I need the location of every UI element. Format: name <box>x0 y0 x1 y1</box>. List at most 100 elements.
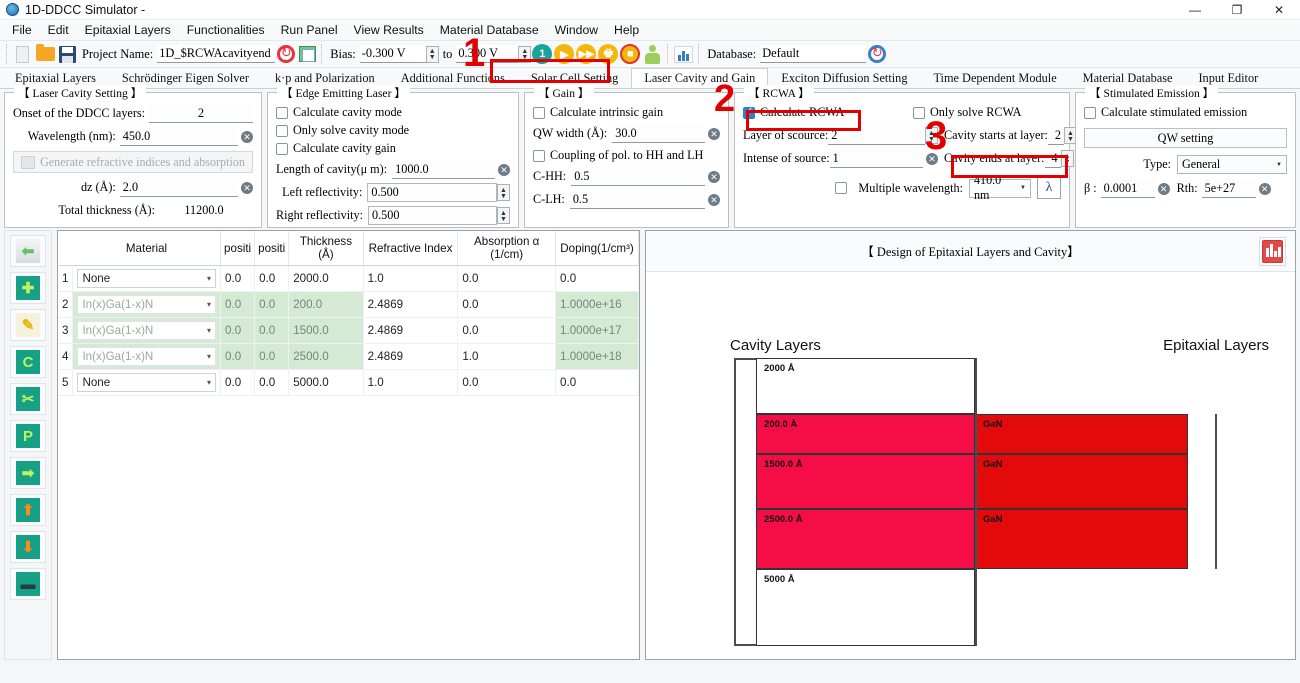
calculate-cavity-mode-checkbox[interactable] <box>276 106 288 119</box>
cell-refractive-index[interactable]: 2.4869 <box>363 291 459 318</box>
library-icon[interactable] <box>299 46 317 62</box>
calculate-rcwa-checkbox[interactable] <box>743 106 755 119</box>
column-material[interactable]: Material <box>72 231 222 266</box>
open-folder-icon[interactable] <box>36 44 55 61</box>
cell-thickness[interactable]: 2000.0 <box>288 265 364 292</box>
wavelength-input[interactable] <box>119 127 238 146</box>
cell-position-1[interactable]: 0.0 <box>220 265 256 292</box>
cell-refractive-index[interactable]: 2.4869 <box>363 343 459 370</box>
coupling-pol-checkbox-row[interactable]: Coupling of pol. to HH and LH <box>533 147 720 164</box>
database-refresh-icon[interactable] <box>868 44 887 63</box>
column-position-1[interactable]: positi <box>220 231 256 266</box>
c-lh-input[interactable] <box>569 190 705 209</box>
cell-doping[interactable]: 1.0000e+18 <box>555 343 639 370</box>
menu-window[interactable]: Window <box>547 21 606 39</box>
close-button[interactable]: ✕ <box>1258 0 1300 20</box>
beta-clear-icon[interactable]: ✕ <box>1157 182 1170 195</box>
table-row[interactable]: 1 None 0.0 0.0 2000.0 1.0 0.0 0.0 <box>58 265 639 292</box>
bias-to-input[interactable] <box>456 45 519 63</box>
results-chart-icon[interactable] <box>674 45 694 63</box>
calculate-stimulated-emission-checkbox-row[interactable]: Calculate stimulated emission <box>1084 104 1287 121</box>
project-name-input[interactable] <box>157 45 276 63</box>
cell-absorption[interactable]: 0.0 <box>457 291 557 318</box>
material-select[interactable]: None <box>77 269 217 288</box>
bias-to-spinner[interactable]: ▲ ▼ <box>518 45 532 63</box>
c-lh-clear-icon[interactable]: ✕ <box>708 193 720 206</box>
run-icon[interactable]: ▶ <box>554 44 575 64</box>
cell-position-1[interactable]: 0.0 <box>220 369 256 396</box>
menu-material-database[interactable]: Material Database <box>432 21 547 39</box>
length-of-cavity-clear-icon[interactable]: ✕ <box>498 163 510 176</box>
cell-absorption[interactable]: 1.0 <box>457 343 557 370</box>
material-select[interactable]: In(x)Ga(1-x)N <box>77 347 217 366</box>
print-run-icon[interactable]: 🖶 <box>598 44 619 64</box>
layer-table-container[interactable]: Material positi positi Thickness (Å) Ref… <box>57 230 640 660</box>
column-refractive-index[interactable]: Refractive Index <box>363 231 459 266</box>
calculate-rcwa-checkbox-row[interactable]: Calculate RCWA <box>743 104 903 121</box>
beta-input[interactable] <box>1100 179 1155 198</box>
right-reflectivity-input[interactable] <box>368 206 497 225</box>
length-of-cavity-input[interactable] <box>392 160 495 179</box>
calculate-stimulated-emission-checkbox[interactable] <box>1084 106 1096 119</box>
cell-thickness[interactable]: 5000.0 <box>288 369 364 396</box>
cell-thickness[interactable]: 1500.0 <box>288 317 364 344</box>
menu-epitaxial-layers[interactable]: Epitaxial Layers <box>77 21 179 39</box>
layer-of-source-spinner[interactable]: ▲ ▼ <box>925 127 938 144</box>
cavity-ends-spinner[interactable]: ▲ ▼ <box>1060 150 1074 167</box>
cell-doping[interactable]: 1.0000e+17 <box>555 317 639 344</box>
tab-time-dependent-module[interactable]: Time Dependent Module <box>920 68 1069 88</box>
menu-file[interactable]: File <box>4 21 40 39</box>
database-input[interactable] <box>760 45 867 63</box>
minimize-button[interactable]: — <box>1174 0 1216 20</box>
cell-refractive-index[interactable]: 2.4869 <box>363 317 459 344</box>
table-row[interactable]: 4 In(x)Ga(1-x)N 0.0 0.0 2500.0 2.4869 1.… <box>58 343 639 370</box>
cell-position-1[interactable]: 0.0 <box>220 317 256 344</box>
calculate-cavity-mode-checkbox-row[interactable]: Calculate cavity mode <box>276 104 510 121</box>
material-select[interactable]: In(x)Ga(1-x)N <box>77 295 217 314</box>
rth-clear-icon[interactable]: ✕ <box>1258 182 1271 195</box>
only-solve-cavity-mode-checkbox[interactable] <box>276 124 288 137</box>
cavity-ends-input[interactable] <box>1044 149 1061 168</box>
column-position-2[interactable]: positi <box>254 231 290 266</box>
menu-functionalities[interactable]: Functionalities <box>179 21 273 39</box>
stop-icon[interactable]: ■ <box>620 44 641 64</box>
calculate-cavity-gain-checkbox[interactable] <box>276 142 288 155</box>
calculate-intrinsic-gain-checkbox-row[interactable]: Calculate intrinsic gain <box>533 104 720 121</box>
cell-absorption[interactable]: 0.0 <box>457 317 557 344</box>
delete-layer-button[interactable]: ▬ <box>10 568 46 600</box>
qw-width-input[interactable] <box>612 124 705 143</box>
left-reflectivity-spinner[interactable]: ▲ ▼ <box>497 184 510 201</box>
cell-material[interactable]: None <box>72 265 222 292</box>
table-row[interactable]: 2 In(x)Ga(1-x)N 0.0 0.0 200.0 2.4869 0.0… <box>58 291 639 318</box>
wavelength-clear-icon[interactable]: ✕ <box>241 130 253 143</box>
only-solve-cavity-mode-checkbox-row[interactable]: Only solve cavity mode <box>276 122 510 139</box>
add-layer-button[interactable]: ✚ <box>10 272 46 304</box>
cell-thickness[interactable]: 200.0 <box>288 291 364 318</box>
new-document-icon[interactable] <box>16 45 29 63</box>
material-select[interactable]: In(x)Ga(1-x)N <box>77 321 217 340</box>
load-layers-button[interactable]: ⬅ <box>10 235 46 267</box>
right-reflectivity-spinner[interactable]: ▲ ▼ <box>497 207 510 224</box>
cell-position-2[interactable]: 0.0 <box>254 265 290 292</box>
only-solve-rcwa-checkbox[interactable] <box>913 106 925 119</box>
menu-edit[interactable]: Edit <box>40 21 77 39</box>
calculate-intrinsic-gain-checkbox[interactable] <box>533 106 545 119</box>
cell-absorption[interactable]: 0.0 <box>457 265 557 292</box>
cell-position-2[interactable]: 0.0 <box>254 343 290 370</box>
dz-input[interactable] <box>119 178 238 197</box>
intense-of-source-input[interactable] <box>829 149 923 168</box>
cell-thickness[interactable]: 2500.0 <box>288 343 364 370</box>
intense-of-source-clear-icon[interactable]: ✕ <box>926 152 938 165</box>
wavelength-select[interactable]: 410.0 nm <box>969 173 1031 202</box>
move-layer-up-button[interactable]: ⬆ <box>10 494 46 526</box>
lambda-button[interactable]: λ <box>1037 177 1061 199</box>
menu-run-panel[interactable]: Run Panel <box>273 21 346 39</box>
cell-material[interactable]: In(x)Ga(1-x)N <box>72 343 222 370</box>
cell-doping[interactable]: 0.0 <box>555 369 639 396</box>
cell-material[interactable]: None <box>72 369 222 396</box>
c-hh-clear-icon[interactable]: ✕ <box>708 170 720 183</box>
cell-position-1[interactable]: 0.0 <box>220 291 256 318</box>
cell-position-2[interactable]: 0.0 <box>254 291 290 318</box>
rth-input[interactable] <box>1201 179 1256 198</box>
cell-doping[interactable]: 1.0000e+16 <box>555 291 639 318</box>
